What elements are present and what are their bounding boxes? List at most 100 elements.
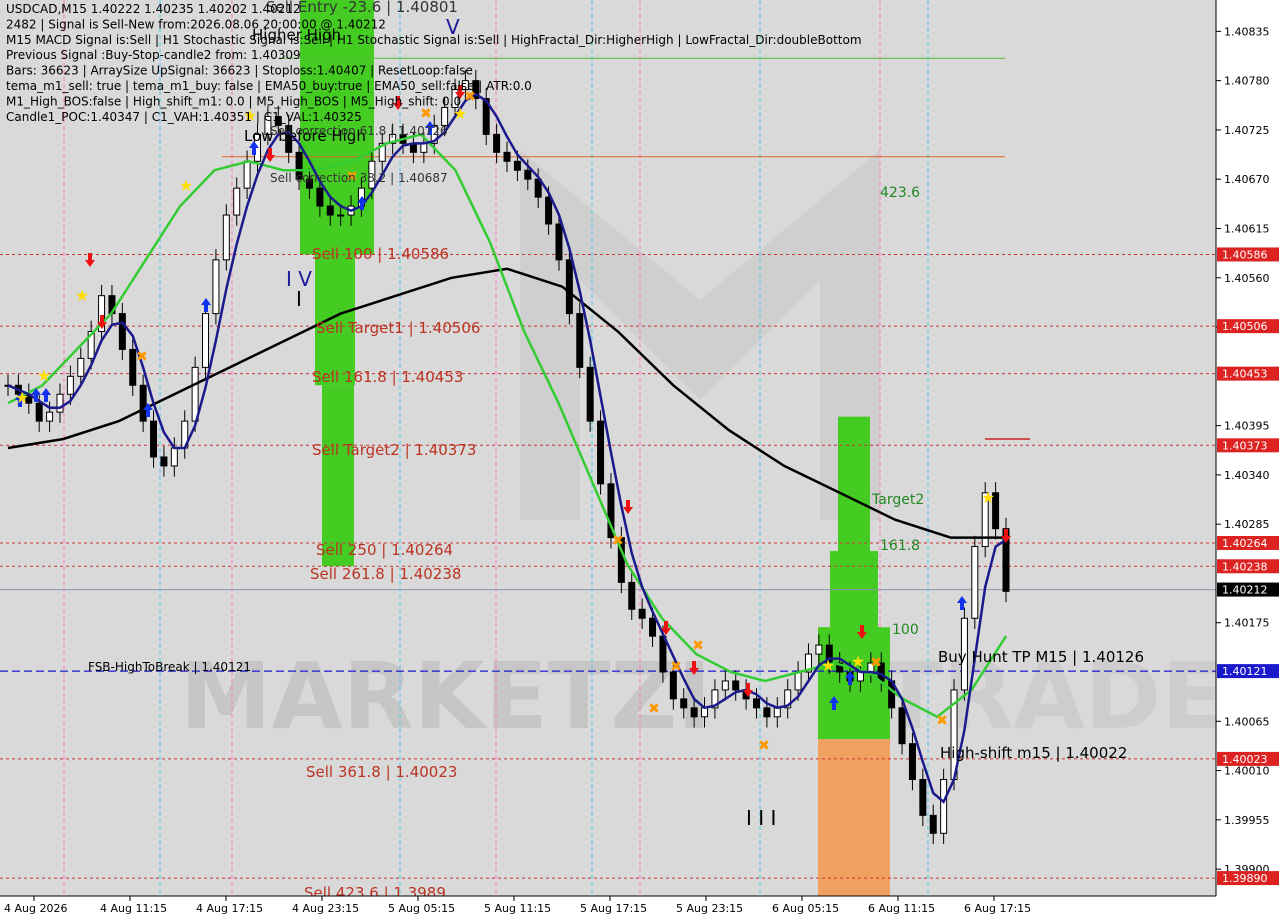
cross-marker-0: ✖ [136,349,148,365]
x-tick-label-5: 5 Aug 11:15 [484,902,551,915]
candle-body-72 [753,698,760,709]
candle-body-18 [191,366,199,422]
annotation-10: 100 [892,622,919,638]
candle-body-73 [763,707,771,718]
candle-body-87 [908,743,916,781]
y-tick-label-1: 1.40780 [1224,75,1270,88]
candle-body-90 [940,779,948,834]
candle-body-20 [212,259,220,315]
info-line-3: Previous Signal :Buy-Stop-candle2 from: … [6,48,301,62]
candle-57 [597,410,605,495]
cross-marker-7: ✖ [692,638,704,654]
x-tick-label-1: 4 Aug 11:15 [100,902,167,915]
info-line-4: Bars: 36623 | ArraySize UpSignal: 36623 … [6,64,473,78]
fsb-tag: 1.40121 [1222,665,1268,678]
y-tick-label-5: 1.40560 [1224,272,1270,285]
price-chart[interactable]: MARKETZI TRADE ★★★★★ ★★ ★★✖✖✖✖✖✖✖✖✖✖✖ Sell … [0,0,1280,920]
star-marker-6: ★ [821,656,835,675]
candle-body-88 [919,779,927,816]
candle-body-66 [690,707,698,718]
candle-body-55 [576,313,584,368]
candle-body-76 [794,671,802,691]
candle-body-54 [565,259,573,315]
level-tag-6: 1.40023 [1222,753,1268,766]
candle-body-60 [628,581,636,610]
level-label-1: Sell Target1 | 1.40506 [316,319,480,337]
star-marker-8: ★ [981,488,995,507]
y-tick-label-11: 1.40065 [1224,715,1270,728]
y-tick-label-7: 1.40395 [1224,420,1270,433]
level-tag-3: 1.40373 [1222,439,1268,452]
info-line-7: Candle1_POC:1.40347 | C1_VAH:1.40351 | C… [6,110,362,124]
level-tag-4: 1.40264 [1222,537,1268,550]
x-axis: 4 Aug 2026 4 Aug 11:15 4 Aug 17:15 4 Aug 23… [0,895,1216,920]
annotation-1: High-shift m15 | 1.40022 [940,744,1127,762]
candle-body-74 [773,707,781,718]
zone-sell-target2 [322,385,354,567]
candle-body-12 [129,348,137,386]
candle-body-67 [701,707,709,718]
candle-body-56 [586,366,594,422]
candle-body-70 [732,680,740,691]
cross-marker-8: ✖ [758,738,770,754]
chart-root: MARKETZI TRADE ★ ★ ★ ★ ★ ★ ★ ★ ★ ✖ ✖ ✖ ✖ ✖ ✖ ✖ ✖ ✖ ✖ ✖ Sell … [0,0,1280,920]
y-tick-label-12: 1.40010 [1224,765,1270,778]
annotation-9: 161.8 [880,538,920,554]
level-label-0: Sell 100 | 1.40586 [312,245,449,263]
level-tag-0: 1.40586 [1222,248,1268,261]
star-marker-0: ★ [15,388,29,407]
cross-marker-5: ✖ [648,701,660,717]
star-marker-3: ★ [179,176,193,195]
candle-body-64 [669,671,677,700]
candle-body-61 [638,608,646,619]
candle-body-86 [898,707,906,745]
cross-marker-4: ✖ [612,533,624,549]
level-tag-5: 1.40238 [1222,560,1268,573]
zone-buy-target2 [838,416,870,567]
current-price-tag: 1.40212 [1222,584,1268,597]
level-label-3: Sell Target2 | 1.40373 [312,441,476,459]
candle-55 [576,302,584,379]
candle-body-78 [815,644,823,655]
y-axis: 1.40835 1.40780 1.40725 1.40670 1.40615 1.405… [1215,0,1280,920]
y-tick-label-13: 1.39955 [1224,814,1270,827]
x-tick-label-7: 5 Aug 23:15 [676,902,743,915]
annotation-5: Sell correction 61.8 | 1.40726 [270,124,448,138]
candle-body-50 [524,169,532,180]
y-axis-background [1216,0,1280,920]
candle-body-93 [971,546,979,619]
info-line-6: M1_High_BOS:false | High_shift_m1: 0.0 |… [6,94,461,108]
candle-body-3 [35,402,43,422]
candle-20 [212,249,220,325]
candle-body-19 [202,313,210,368]
candle-19 [202,302,210,379]
x-tick-label-3: 4 Aug 23:15 [292,902,359,915]
candle-body-5 [56,393,64,413]
candle-body-63 [659,635,667,673]
candle-body-6 [66,375,74,395]
candle-90 [940,768,948,845]
y-tick-label-9: 1.40285 [1224,518,1270,531]
star-marker-1: ★ [37,366,51,385]
candle-body-49 [513,160,521,171]
y-tick-label-10: 1.40175 [1224,617,1270,630]
candle-body-4 [46,411,54,422]
annotation-0: Buy Hunt TP M15 | 1.40126 [938,648,1144,666]
y-tick-label-4: 1.40615 [1224,222,1270,235]
y-tick-label-8: 1.40340 [1224,469,1270,482]
level-tag-7: 1.39890 [1222,872,1268,885]
x-tick-label-9: 6 Aug 11:15 [868,902,935,915]
star-marker-2: ★ [75,286,89,305]
candle-body-48 [503,151,511,162]
level-label-2: Sell 161.8 | 1.40453 [312,368,463,386]
annotation-7: 423.6 [880,185,920,201]
level-tag-1: 1.40506 [1222,320,1268,333]
x-tick-label-2: 4 Aug 17:15 [196,902,263,915]
annotation-12: I [296,287,302,311]
candle-body-31 [326,205,334,216]
candle-body-22 [233,187,241,216]
x-tick-label-8: 6 Aug 05:15 [772,902,839,915]
candle-body-7 [77,357,85,377]
level-label-6: Sell 361.8 | 1.40023 [306,763,457,781]
candle-body-89 [929,814,937,834]
